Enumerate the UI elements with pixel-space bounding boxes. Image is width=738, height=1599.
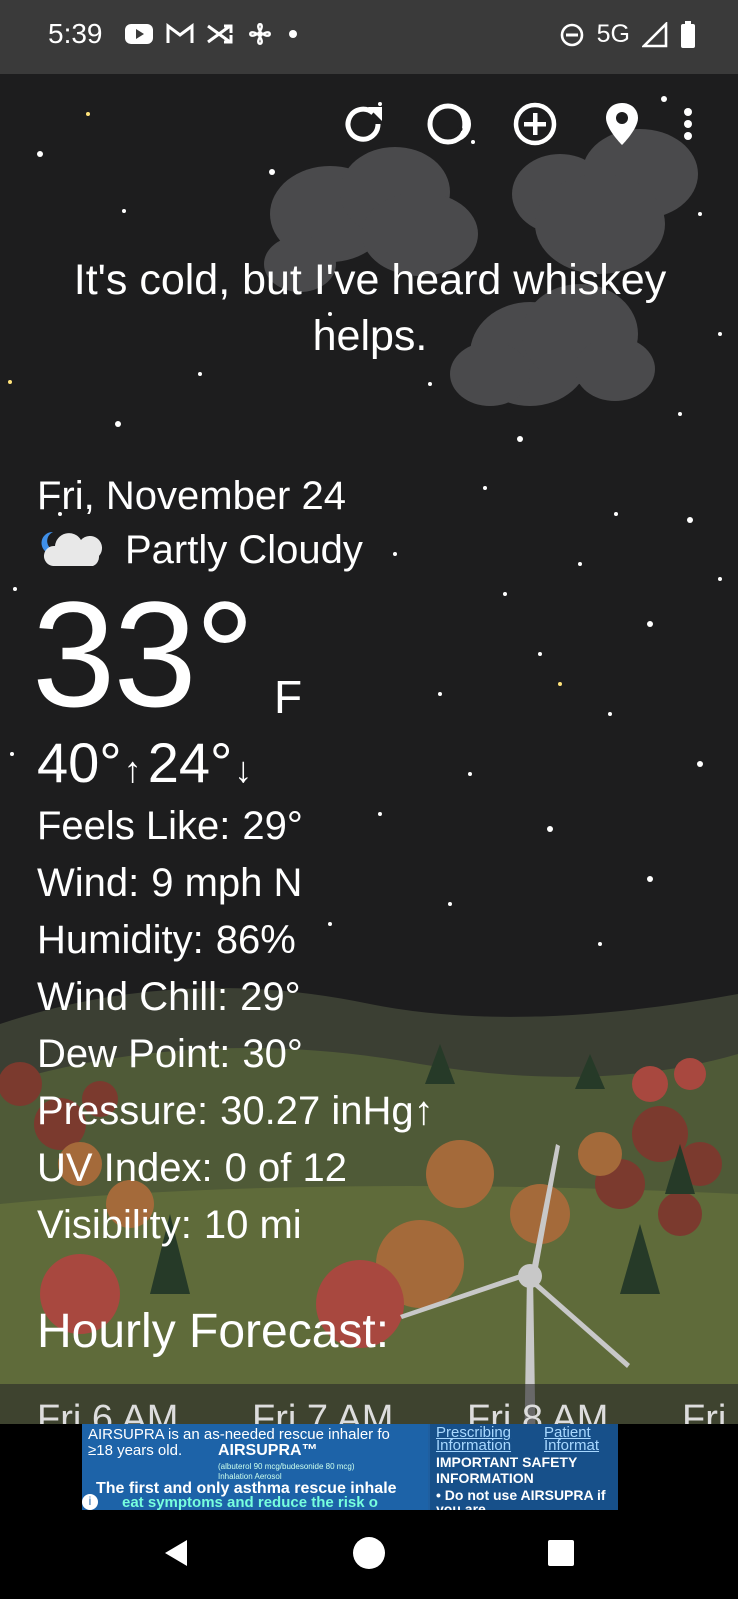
moon-phase-icon <box>425 101 471 152</box>
detail-label: Feels Like: <box>37 804 231 848</box>
dnd-icon <box>559 22 585 48</box>
back-icon <box>161 1538 191 1573</box>
detail-value: 30° <box>242 1032 303 1076</box>
prescribing-info-link[interactable]: Prescribing Information <box>436 1425 536 1453</box>
detail-value: 30.27 inHg↑ <box>220 1089 434 1133</box>
detail-wind-chill: Wind Chill: 29° <box>37 969 434 1026</box>
ad-safety-panel[interactable]: Prescribing Information Patient Informat… <box>430 1424 618 1510</box>
more-vert-icon <box>682 107 694 146</box>
location-button[interactable] <box>592 96 652 156</box>
hourly-forecast-title: Hourly Forecast: <box>37 1305 390 1358</box>
partly-cloudy-night-icon <box>37 526 105 575</box>
ad-safety-text: • Do not use AIRSUPRA if you are <box>436 1487 606 1510</box>
signal-icon <box>642 21 668 48</box>
home-button[interactable] <box>346 1532 392 1578</box>
condition-row: Partly Cloudy <box>37 526 363 575</box>
moon-phase-button[interactable] <box>418 96 478 156</box>
detail-label: UV Index: <box>37 1146 213 1190</box>
high-temperature: 40° <box>37 731 122 794</box>
status-time: 5:39 <box>48 18 103 49</box>
high-low-row: 40° ↑ 24° ↓ <box>37 730 258 795</box>
weather-quip: It's cold, but I've heard whiskey helps. <box>73 256 667 360</box>
add-location-button[interactable] <box>505 96 565 156</box>
ad-creative[interactable]: AIRSUPRA is an as-needed rescue inhaler … <box>82 1424 428 1510</box>
more-options-button[interactable] <box>668 96 708 156</box>
condition-text: Partly Cloudy <box>125 528 363 572</box>
ad-safety-heading: IMPORTANT SAFETY INFORMATION <box>436 1454 578 1486</box>
detail-label: Wind Chill: <box>37 975 229 1019</box>
add-location-icon <box>512 101 558 152</box>
detail-value: 10 mi <box>203 1203 302 1247</box>
detail-value: 9 mph N <box>151 861 303 905</box>
detail-value: 0 of 12 <box>224 1146 347 1190</box>
detail-label: Dew Point: <box>37 1032 231 1076</box>
youtube-icon <box>124 23 154 45</box>
detail-dew-point: Dew Point: 30° <box>37 1026 434 1083</box>
refresh-button[interactable] <box>333 96 393 156</box>
gmail-icon <box>166 23 194 45</box>
location-pin-icon <box>602 101 642 152</box>
recents-button[interactable] <box>538 1532 584 1578</box>
ad-tagline: eat symptoms and reduce the risk o <box>122 1494 378 1510</box>
navigation-bar <box>0 1510 738 1599</box>
fan-icon <box>246 20 274 48</box>
recents-icon <box>547 1539 575 1572</box>
hourly-item[interactable]: Fri 7 AM <box>252 1398 393 1424</box>
status-bar: 5:39 5G <box>0 0 738 74</box>
ad-text: AIRSUPRA is an as-needed rescue inhaler … <box>88 1426 390 1443</box>
detail-uv-index: UV Index: 0 of 12 <box>37 1140 434 1197</box>
detail-wind: Wind: 9 mph N <box>37 855 434 912</box>
battery-icon <box>680 20 696 49</box>
detail-value: 86% <box>215 918 296 962</box>
detail-label: Humidity: <box>37 918 204 962</box>
hourly-item[interactable]: Fri 8 AM <box>467 1398 608 1424</box>
shuffle-icon <box>206 22 234 46</box>
up-arrow-icon: ↑ <box>123 749 142 790</box>
detail-humidity: Humidity: 86% <box>37 912 434 969</box>
patient-info-link[interactable]: Patient Informat <box>544 1425 618 1453</box>
temperature-unit: F <box>274 671 303 723</box>
refresh-icon <box>340 101 386 152</box>
ad-text: ≥18 years old. <box>88 1442 183 1459</box>
hourly-forecast-strip[interactable]: Fri 6 AM Fri 7 AM Fri 8 AM Fri <box>0 1384 738 1424</box>
back-button[interactable] <box>153 1532 199 1578</box>
weather-background: It's cold, but I've heard whiskey helps.… <box>0 74 738 1424</box>
low-temperature: 24° <box>147 731 233 794</box>
ad-info-icon[interactable]: i <box>82 1494 98 1510</box>
detail-value: 29° <box>242 804 303 848</box>
toolbar <box>0 96 738 166</box>
detail-value: 29° <box>240 975 301 1019</box>
detail-label: Wind: <box>37 861 140 905</box>
current-temperature: 33° <box>32 570 255 738</box>
ad-text: (albuterol 90 mcg/budesonide 80 mcg) <box>218 1462 355 1471</box>
ad-brand: AIRSUPRA™ <box>218 1442 318 1459</box>
detail-feels-like: Feels Like: 29° <box>37 798 434 855</box>
detail-visibility: Visibility: 10 mi <box>37 1197 434 1254</box>
hourly-item[interactable]: Fri 6 AM <box>37 1398 178 1424</box>
detail-pressure: Pressure: 30.27 inHg↑ <box>37 1083 434 1140</box>
weather-details: Feels Like: 29° Wind: 9 mph N Humidity: 86%… <box>37 798 434 1254</box>
current-date: Fri, November 24 <box>37 474 346 518</box>
dot-icon <box>286 27 300 41</box>
ad-banner[interactable]: AIRSUPRA is an as-needed rescue inhaler … <box>82 1424 618 1510</box>
detail-label: Pressure: <box>37 1089 209 1133</box>
temperature-block: 33° F <box>32 570 302 738</box>
hourly-item[interactable]: Fri <box>682 1398 726 1424</box>
home-icon <box>352 1536 386 1575</box>
down-arrow-icon: ↓ <box>234 749 253 790</box>
detail-label: Visibility: <box>37 1203 192 1247</box>
network-type: 5G <box>596 20 630 48</box>
